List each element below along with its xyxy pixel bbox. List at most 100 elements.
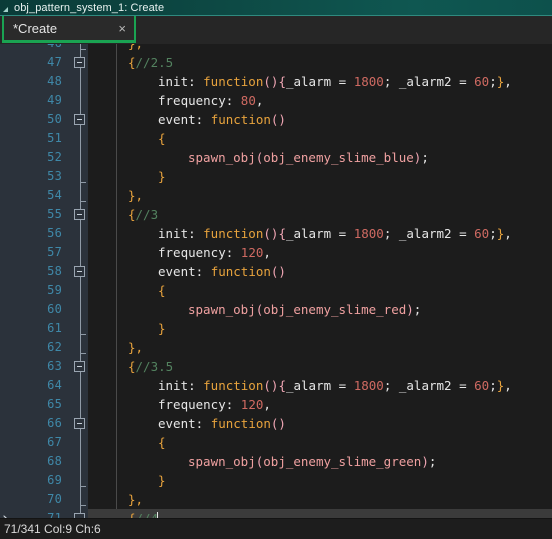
token-plain: ; (413, 302, 422, 317)
code-line-text: { (158, 281, 166, 300)
code-line[interactable]: event: function() (88, 414, 552, 433)
line-number: 52 (47, 150, 62, 164)
fold-collapse-icon[interactable] (74, 513, 85, 518)
token-plain: ; (489, 226, 497, 241)
code-line-text: init: function(){_alarm = 1800; _alarm2 … (158, 224, 512, 243)
code-line-text: frequency: 80, (158, 91, 263, 110)
gutter-row[interactable]: 47 (0, 53, 88, 72)
code-line[interactable]: spawn_obj(obj_enemy_slime_green); (88, 452, 552, 471)
gutter-row[interactable]: 57 (0, 243, 88, 262)
fold-collapse-icon[interactable] (74, 57, 85, 68)
token-punct: () (270, 264, 286, 279)
gutter-row[interactable]: 51 (0, 129, 88, 148)
token-brace: }, (128, 340, 144, 355)
line-number: 56 (47, 226, 62, 240)
gutter-row[interactable]: 52 (0, 148, 88, 167)
gutter-row[interactable]: 46 (0, 44, 88, 53)
code-line[interactable]: init: function(){_alarm = 1800; _alarm2 … (88, 224, 552, 243)
code-line[interactable]: }, (88, 44, 552, 53)
gutter-row[interactable]: 68 (0, 452, 88, 471)
token-plain: ; (489, 378, 497, 393)
code-line[interactable]: frequency: 80, (88, 91, 552, 110)
code-line-text: {//2.5 (128, 53, 173, 72)
code-line[interactable]: frequency: 120, (88, 395, 552, 414)
code-line[interactable]: {//3 (88, 205, 552, 224)
code-line[interactable]: }, (88, 186, 552, 205)
token-num: 1800 (353, 74, 384, 89)
gutter-row[interactable]: 66 (0, 414, 88, 433)
gutter-row[interactable]: 58 (0, 262, 88, 281)
code-line[interactable]: event: function() (88, 110, 552, 129)
code-line[interactable]: init: function(){_alarm = 1800; _alarm2 … (88, 376, 552, 395)
fold-collapse-icon[interactable] (74, 209, 85, 220)
gutter-row[interactable]: 69 (0, 471, 88, 490)
editor-area[interactable]: 46 47 48 49 50 51 52 53 54 55 56 57 58 59 60 61 62 63 64 65… (0, 44, 552, 518)
code-line-text: spawn_obj(obj_enemy_slime_red); (188, 300, 421, 319)
gutter-row[interactable]: 64 (0, 376, 88, 395)
code-line[interactable]: } (88, 167, 552, 186)
token-plain: init: (158, 74, 204, 89)
token-num: 60 (474, 74, 490, 89)
code-line-text: spawn_obj(obj_enemy_slime_green); (188, 452, 436, 471)
token-plain: , (263, 245, 271, 260)
fold-end-marker (80, 353, 86, 354)
code-line[interactable]: }, (88, 490, 552, 509)
fold-collapse-icon[interactable] (74, 266, 85, 277)
gutter-row[interactable]: 62 (0, 338, 88, 357)
code-line[interactable]: {//2.5 (88, 53, 552, 72)
code-line[interactable]: init: function(){_alarm = 1800; _alarm2 … (88, 72, 552, 91)
code-line[interactable]: {//4 (88, 509, 552, 518)
token-brace: }, (128, 188, 144, 203)
gutter-row[interactable]: 67 (0, 433, 88, 452)
token-fn: spawn_obj (188, 302, 256, 317)
gutter-row[interactable]: › 71 (0, 509, 88, 518)
code-line[interactable]: }, (88, 338, 552, 357)
code-line[interactable]: } (88, 319, 552, 338)
token-punct: ) (406, 302, 414, 317)
code-line[interactable]: {//3.5 (88, 357, 552, 376)
code-line-text: {//3 (128, 205, 158, 224)
code-line[interactable]: spawn_obj(obj_enemy_slime_red); (88, 300, 552, 319)
close-icon[interactable]: × (116, 22, 128, 35)
code-text-area[interactable]: },{//2.5init: function(){_alarm = 1800; … (88, 44, 552, 518)
triangle-resize-icon (3, 6, 8, 12)
gutter-row[interactable]: 59 (0, 281, 88, 300)
gutter-row[interactable]: 63 (0, 357, 88, 376)
tab-create[interactable]: *Create × (2, 16, 136, 43)
gutter-row[interactable]: 50 (0, 110, 88, 129)
token-key: function (203, 74, 264, 89)
fold-collapse-icon[interactable] (74, 114, 85, 125)
token-brace: { (158, 435, 166, 450)
token-punct: { (278, 74, 286, 89)
token-brace: } (158, 169, 166, 184)
token-plain: _alarm = (285, 378, 354, 393)
line-number: 64 (47, 378, 62, 392)
gutter-row[interactable]: 55 (0, 205, 88, 224)
gutter-row[interactable]: 53 (0, 167, 88, 186)
code-line[interactable]: spawn_obj(obj_enemy_slime_blue); (88, 148, 552, 167)
code-line[interactable]: event: function() (88, 262, 552, 281)
line-number: 71 (47, 511, 62, 518)
code-line[interactable]: { (88, 281, 552, 300)
code-line[interactable]: frequency: 120, (88, 243, 552, 262)
code-line[interactable]: { (88, 433, 552, 452)
token-brace: { (128, 511, 136, 518)
code-line[interactable]: } (88, 471, 552, 490)
gutter-row[interactable]: 60 (0, 300, 88, 319)
token-brace: } (158, 473, 166, 488)
line-number: 53 (47, 169, 62, 183)
gutter-row[interactable]: 48 (0, 72, 88, 91)
fold-collapse-icon[interactable] (74, 418, 85, 429)
gutter-row[interactable]: 61 (0, 319, 88, 338)
editor-gutter[interactable]: 46 47 48 49 50 51 52 53 54 55 56 57 58 59 60 61 62 63 64 65… (0, 44, 88, 518)
token-punct: { (278, 378, 286, 393)
code-line[interactable]: { (88, 129, 552, 148)
tab-strip: *Create × (0, 16, 552, 44)
gutter-row[interactable]: 56 (0, 224, 88, 243)
gutter-row[interactable]: 70 (0, 490, 88, 509)
gutter-row[interactable]: 65 (0, 395, 88, 414)
line-number: 66 (47, 416, 62, 430)
fold-collapse-icon[interactable] (74, 361, 85, 372)
gutter-row[interactable]: 49 (0, 91, 88, 110)
gutter-row[interactable]: 54 (0, 186, 88, 205)
